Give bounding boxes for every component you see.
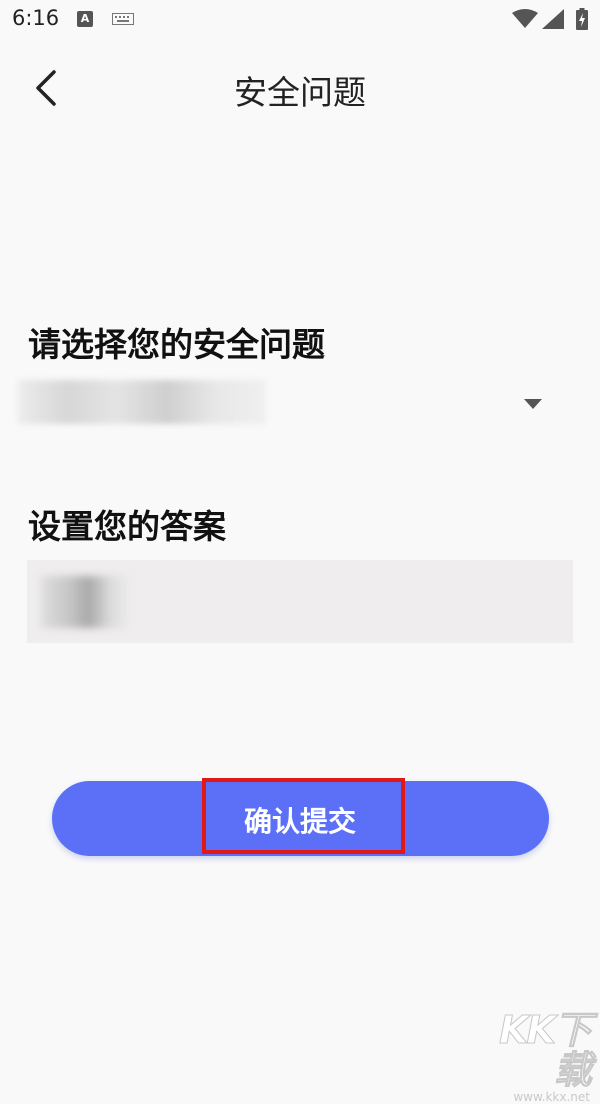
signal-icon <box>542 9 564 29</box>
status-time: 6:16 <box>12 6 60 30</box>
redacted-answer-text <box>41 576 127 628</box>
status-bar: 6:16 A <box>0 0 600 40</box>
submit-button[interactable] <box>52 781 549 856</box>
watermark-url: www.kkx.net <box>513 1090 590 1104</box>
watermark: KK下载 www.kkx.net <box>480 1008 593 1104</box>
security-question-select[interactable] <box>16 372 556 432</box>
answer-label: 设置您的答案 <box>28 507 226 546</box>
keyboard-indicator-icon: A <box>77 11 93 27</box>
battery-charging-icon <box>576 8 588 30</box>
question-label: 请选择您的安全问题 <box>28 325 325 364</box>
keyboard-icon <box>112 13 134 25</box>
redacted-question-text <box>18 380 266 424</box>
dropdown-arrow-icon <box>524 399 542 409</box>
answer-input[interactable] <box>27 560 573 643</box>
wifi-icon <box>512 9 538 28</box>
page-title: 安全问题 <box>234 73 366 112</box>
watermark-logo: KK下载 <box>499 1008 593 1092</box>
